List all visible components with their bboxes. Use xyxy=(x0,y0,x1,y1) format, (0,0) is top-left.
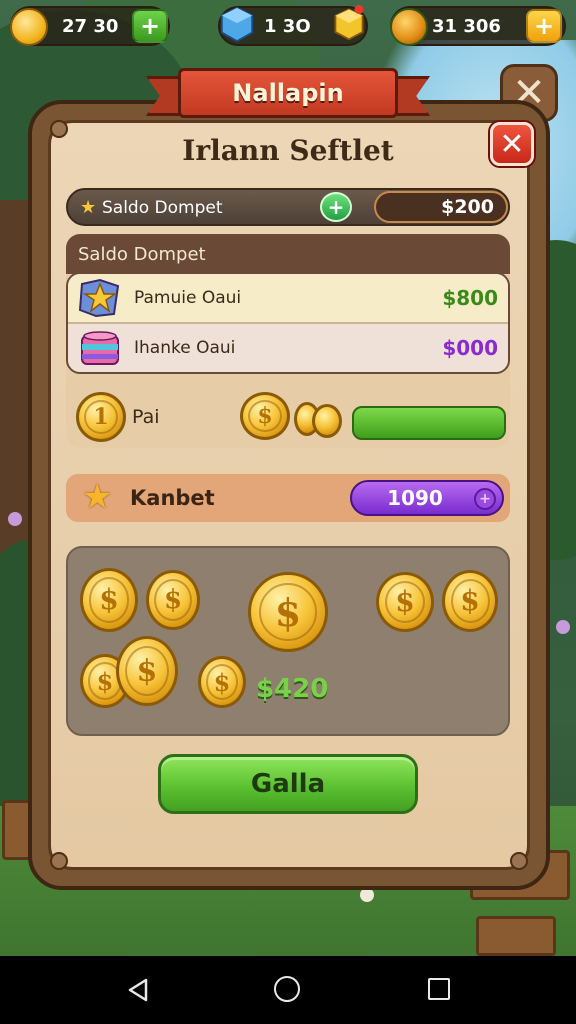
gold-value: 31 306 xyxy=(432,16,501,37)
section-header: Saldo Dompet xyxy=(66,234,510,274)
avatar-coin-icon xyxy=(10,8,48,46)
gems-value: 1 3O xyxy=(264,16,311,37)
section-title: Saldo Dompet xyxy=(78,244,206,265)
treasure-amount: $420 xyxy=(256,674,329,704)
collect-button[interactable]: Galla xyxy=(158,754,418,814)
flower xyxy=(8,512,22,526)
item-list: Pamuie Oaui $800 Ihanke Oaui $000 xyxy=(66,272,510,374)
recent-apps-icon[interactable] xyxy=(428,978,450,1000)
list-item[interactable]: Ihanke Oaui $000 xyxy=(68,324,508,372)
star-icon: ★ xyxy=(80,197,97,218)
crate xyxy=(476,916,556,956)
info-icon[interactable]: + xyxy=(474,488,496,510)
kanbet-value: 1090 xyxy=(387,486,443,510)
coin-icon: $ xyxy=(248,572,328,652)
gold-box-icon xyxy=(334,4,364,41)
item-label: Pamuie Oaui xyxy=(134,288,242,308)
flower xyxy=(360,888,374,902)
coin-icon: $ xyxy=(442,570,498,632)
wallet-label: Saldo Dompet xyxy=(102,198,223,218)
wallet-add-button[interactable]: + xyxy=(320,192,352,222)
add-coins-button[interactable]: + xyxy=(132,9,168,43)
rivet xyxy=(50,852,68,870)
coin-icon: $ xyxy=(116,636,178,706)
star-map-icon xyxy=(78,278,120,318)
list-item[interactable]: Pamuie Oaui $800 xyxy=(68,274,508,324)
shield-coin-icon xyxy=(390,8,428,46)
title-ribbon: Nallapin xyxy=(146,68,430,120)
star-icon: ★ xyxy=(82,477,113,517)
coin-icon: 1 xyxy=(76,392,126,442)
dialog-title: Irlann Seftlet xyxy=(182,134,394,167)
progress-bar xyxy=(352,406,506,440)
wallet-bar: ★ Saldo Dompet + $200 xyxy=(66,188,510,226)
gold-counter: 31 306 + xyxy=(390,6,566,46)
ribbon-title: Nallapin xyxy=(178,68,398,118)
back-icon[interactable] xyxy=(126,978,150,1002)
kanbet-label: Kanbet xyxy=(130,486,215,510)
kanbet-value-pill[interactable]: 1090 + xyxy=(350,480,504,516)
add-gold-button[interactable]: + xyxy=(526,9,562,43)
coins-counter: 27 30 + xyxy=(10,6,170,46)
coin-icon: $ xyxy=(146,570,200,630)
coin-icon xyxy=(312,404,342,438)
coin-icon: $ xyxy=(240,392,290,440)
bonus-label: Pai xyxy=(132,406,160,428)
item-label: Ihanke Oaui xyxy=(134,338,236,358)
coin-icon: $ xyxy=(198,656,246,708)
gems-counter: 1 3O xyxy=(218,4,368,46)
item-value: $000 xyxy=(442,336,498,360)
blue-cube-icon xyxy=(220,6,254,43)
flower xyxy=(556,620,570,634)
navigation-bar xyxy=(0,956,576,1024)
coin-icon: $ xyxy=(80,568,138,632)
home-icon[interactable] xyxy=(274,976,300,1002)
cake-box-icon xyxy=(81,331,119,365)
wallet-amount: $200 xyxy=(374,191,508,223)
coin-icon: $ xyxy=(376,572,434,632)
rivet xyxy=(510,852,528,870)
item-value: $800 xyxy=(442,286,498,310)
coins-value: 27 30 xyxy=(62,16,119,37)
